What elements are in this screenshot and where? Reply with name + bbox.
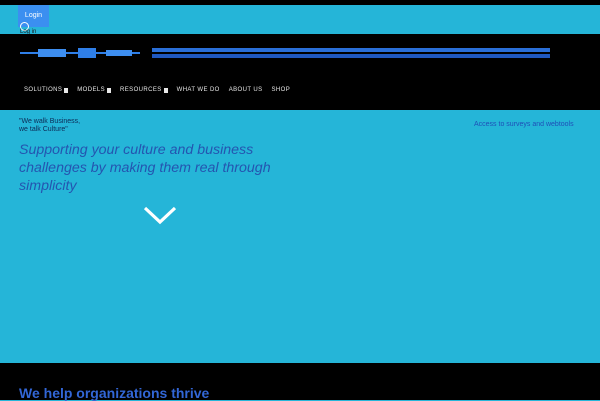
tagline: "We walk Business, we talk Culture" [19,118,80,134]
nav-item-shop[interactable]: SHOP [272,87,291,93]
nav-item-resources[interactable]: RESOURCES [120,87,168,93]
tagline-line-1: "We walk Business, [19,118,81,125]
chevron-down-icon[interactable] [143,205,177,225]
nav-item-label: SHOP [271,87,291,93]
nav-item-what-we-do[interactable]: WHAT WE DO [177,87,220,93]
nav-item-label: MODELS [77,87,106,93]
nav-item-label: RESOURCES [120,87,162,93]
nav-item-about-us[interactable]: ABOUT US [229,87,263,93]
nav-item-solutions[interactable]: SOLUTIONS [24,87,69,93]
main-nav: SOLUTIONS MODELS RESOURCES WHAT WE DO ABOUT … [24,87,290,93]
caret-down-icon [107,87,112,93]
top-bar [0,0,600,5]
brand-logo[interactable] [20,46,550,60]
access-surveys-link[interactable]: Access to surveys and webtools [474,121,574,128]
nav-item-label: SOLUTIONS [24,87,63,93]
section-heading: We help organizations thrive [19,385,210,401]
nav-item-models[interactable]: MODELS [77,87,112,93]
section-band: We help organizations thrive [0,363,600,401]
nav-item-label: ABOUT US [228,87,263,93]
tagline-line-2: we talk Culture" [19,126,68,133]
nav-item-label: WHAT WE DO [176,87,220,93]
caret-down-icon [163,87,168,93]
site-header: SOLUTIONS MODELS RESOURCES WHAT WE DO ABOUT … [0,34,600,110]
hero-heading: Supporting your culture and business cha… [19,142,271,194]
caret-down-icon [64,87,69,93]
